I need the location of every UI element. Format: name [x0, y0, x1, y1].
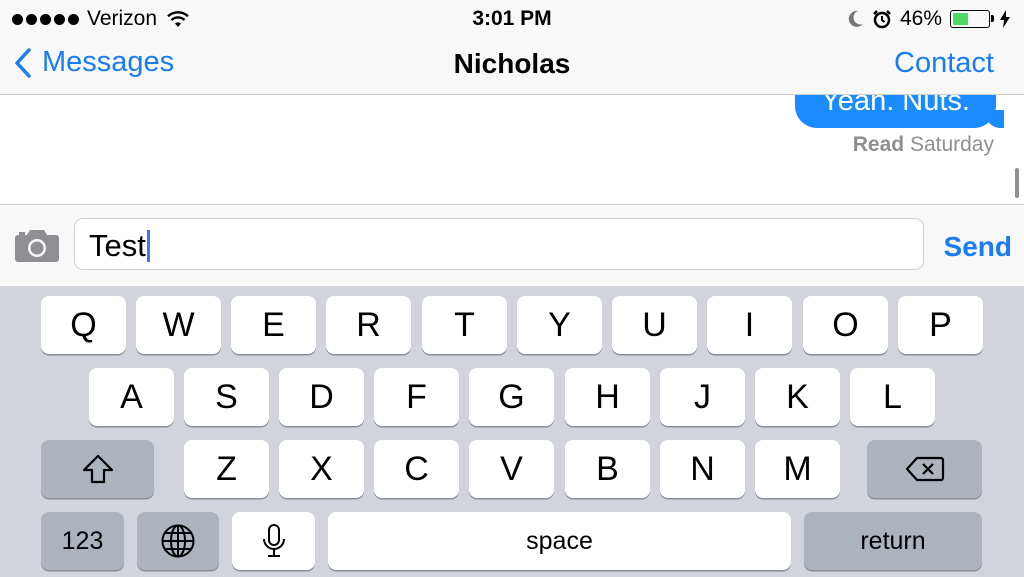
numbers-key[interactable]: 123: [41, 512, 124, 570]
status-bar: Verizon 3:01 PM 46%: [0, 0, 1024, 36]
key-l[interactable]: L: [850, 368, 935, 426]
shift-icon: [82, 454, 113, 484]
moon-icon: [848, 10, 863, 27]
keyboard: Q W E R T Y U I O P A S D F G H J K L Z …: [0, 286, 1024, 577]
globe-icon: [161, 524, 195, 558]
key-i[interactable]: I: [707, 296, 792, 354]
battery-icon: [950, 10, 994, 28]
key-v[interactable]: V: [469, 440, 554, 498]
alarm-icon: [873, 10, 891, 29]
delete-key[interactable]: [867, 440, 982, 498]
send-button[interactable]: Send: [944, 231, 1012, 263]
key-z[interactable]: Z: [184, 440, 269, 498]
shift-key[interactable]: [41, 440, 154, 498]
delete-icon: [905, 456, 944, 482]
key-o[interactable]: O: [803, 296, 888, 354]
status-right: 46%: [848, 7, 1010, 31]
text-cursor: [146, 230, 150, 262]
key-e[interactable]: E: [231, 296, 316, 354]
key-g[interactable]: G: [469, 368, 554, 426]
key-h[interactable]: H: [565, 368, 650, 426]
key-j[interactable]: J: [660, 368, 745, 426]
dictation-key[interactable]: [232, 512, 315, 570]
key-q[interactable]: Q: [41, 296, 126, 354]
key-p[interactable]: P: [898, 296, 983, 354]
key-b[interactable]: B: [565, 440, 650, 498]
sent-message-bubble[interactable]: Yeah. Nuts.: [795, 95, 1004, 128]
camera-button[interactable]: [14, 229, 60, 268]
key-t[interactable]: T: [422, 296, 507, 354]
battery-percent: 46%: [899, 7, 942, 30]
key-f[interactable]: F: [374, 368, 459, 426]
globe-key[interactable]: [137, 512, 219, 570]
key-c[interactable]: C: [374, 440, 459, 498]
key-a[interactable]: A: [89, 368, 174, 426]
chevron-left-icon: [15, 47, 31, 78]
key-n[interactable]: N: [660, 440, 745, 498]
navigation-bar: Messages Nicholas Contact: [0, 36, 1024, 95]
read-receipt: Read Saturday: [853, 133, 994, 157]
key-w[interactable]: W: [136, 296, 221, 354]
message-input-text: Test: [89, 228, 146, 263]
back-button-label: Messages: [42, 46, 175, 78]
key-d[interactable]: D: [279, 368, 364, 426]
microphone-icon: [262, 524, 285, 557]
camera-icon: [15, 230, 59, 262]
return-key[interactable]: return: [804, 512, 982, 570]
key-m[interactable]: M: [755, 440, 840, 498]
conversation-area[interactable]: Yeah. Nuts. Read Saturday: [0, 95, 1024, 204]
contact-button[interactable]: Contact: [894, 47, 994, 80]
key-k[interactable]: K: [755, 368, 840, 426]
scroll-indicator: [1015, 168, 1019, 198]
message-input[interactable]: Test: [74, 218, 924, 270]
message-composer: Test Send: [0, 204, 1024, 287]
key-r[interactable]: R: [326, 296, 411, 354]
read-label: Read: [852, 133, 905, 156]
charging-bolt-icon: [1000, 10, 1010, 28]
space-key[interactable]: space: [328, 512, 791, 570]
key-y[interactable]: Y: [517, 296, 602, 354]
key-s[interactable]: S: [184, 368, 269, 426]
read-time: Saturday: [909, 133, 994, 156]
key-u[interactable]: U: [612, 296, 697, 354]
key-x[interactable]: X: [279, 440, 364, 498]
back-button[interactable]: Messages: [14, 46, 174, 79]
